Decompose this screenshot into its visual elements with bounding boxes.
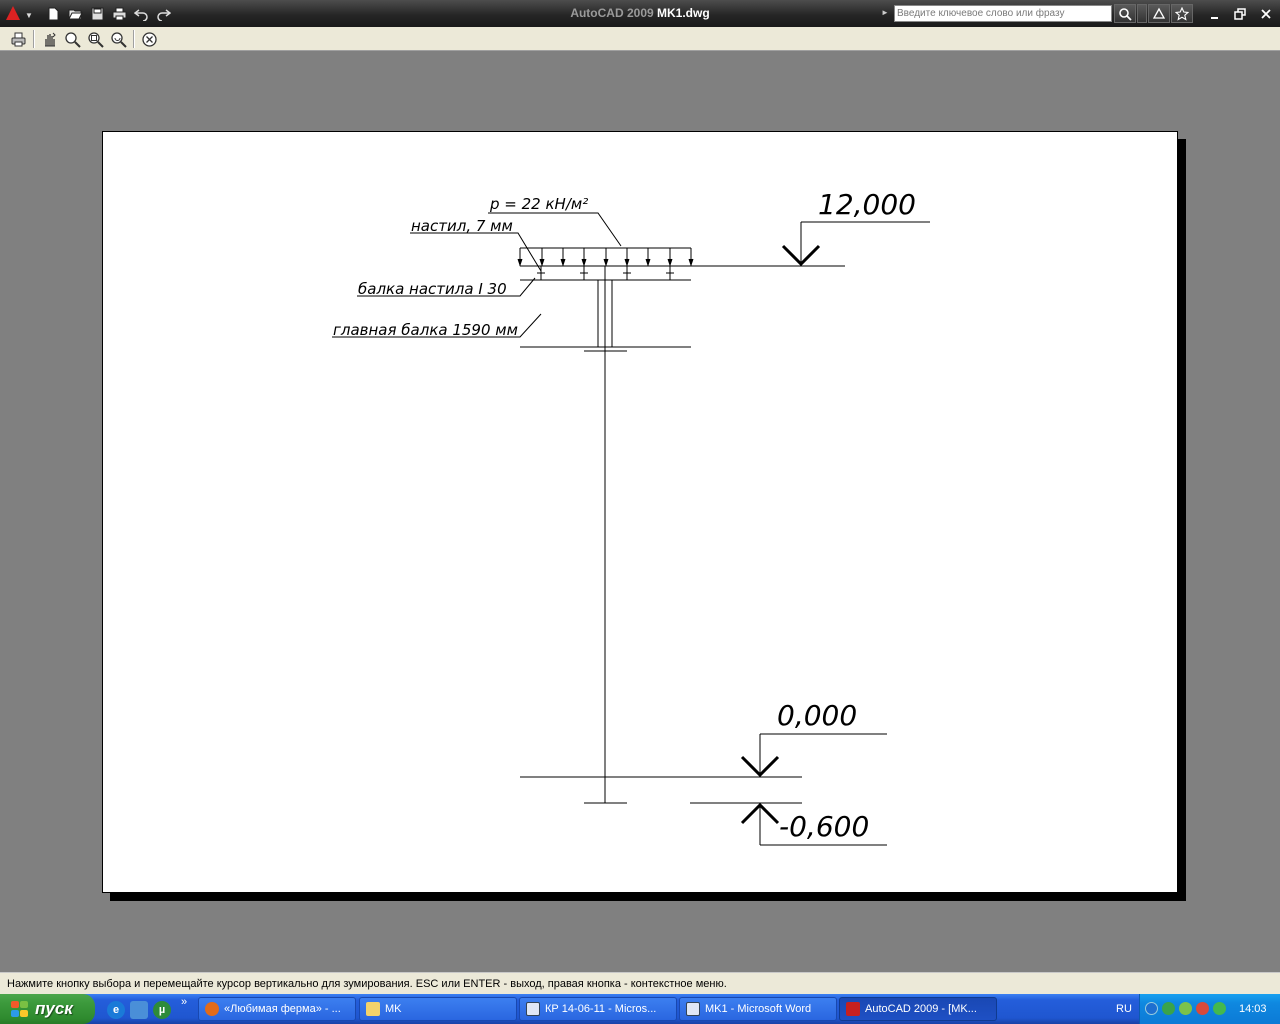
close-preview-button[interactable] xyxy=(139,29,160,49)
word-icon xyxy=(686,1002,700,1016)
window-title-product: AutoCAD 2009 xyxy=(570,6,654,20)
clock: 14:03 xyxy=(1239,1003,1267,1015)
zoom-previous-button[interactable] xyxy=(108,29,129,49)
utorrent-icon[interactable]: µ xyxy=(153,1001,171,1019)
restore-icon xyxy=(1234,7,1246,20)
tray-network-icon[interactable] xyxy=(1196,1002,1209,1015)
paper-sheet xyxy=(102,131,1178,893)
print-button[interactable] xyxy=(110,5,129,22)
open-button[interactable] xyxy=(66,5,85,22)
taskbar-item-word-mk1[interactable]: MK1 - Microsoft Word xyxy=(679,997,837,1021)
pan-button[interactable] xyxy=(39,29,60,49)
open-icon xyxy=(68,9,83,19)
print-icon xyxy=(11,32,26,46)
restore-button[interactable] xyxy=(1230,4,1250,23)
close-preview-icon xyxy=(142,31,157,47)
title-bar: ▼ AutoCAD 2009 MK1.dwg ► xyxy=(0,0,1280,27)
preview-toolbar xyxy=(0,27,1280,51)
star-icon xyxy=(1175,6,1189,21)
chevron-down-icon: ▼ xyxy=(25,11,33,20)
quick-launch-more-icon[interactable]: » xyxy=(181,996,187,1008)
start-button[interactable]: пуск xyxy=(0,994,95,1024)
preview-print-button[interactable] xyxy=(8,29,29,49)
ie-icon[interactable]: e xyxy=(107,1001,125,1019)
firefox-icon xyxy=(205,1002,219,1016)
word-icon xyxy=(526,1002,540,1016)
tray-app-icon[interactable] xyxy=(1179,1002,1192,1015)
tray-status-icon[interactable] xyxy=(1213,1002,1226,1015)
taskbar-item-folder[interactable]: MK xyxy=(359,997,517,1021)
taskbar-item-label: MK xyxy=(385,1003,402,1015)
quick-access-toolbar xyxy=(44,5,173,23)
tray-expand-icon[interactable] xyxy=(1145,1002,1158,1015)
zoom-previous-icon xyxy=(111,31,127,48)
save-icon xyxy=(91,7,104,20)
search-button[interactable] xyxy=(1114,4,1136,23)
command-status-line: Нажмите кнопку выбора и перемещайте курс… xyxy=(0,972,1280,994)
favorites-button[interactable] xyxy=(1171,4,1193,23)
toolbar-separator xyxy=(33,30,35,48)
undo-icon xyxy=(134,8,148,21)
taskbar-item-label: AutoCAD 2009 - [MK... xyxy=(865,1003,977,1015)
taskbar-item-label: MK1 - Microsoft Word xyxy=(705,1003,812,1015)
taskbar-item-firefox[interactable]: «Любимая ферма» - ... xyxy=(198,997,356,1021)
search-expand-icon[interactable]: ► xyxy=(881,8,889,17)
pan-icon xyxy=(45,32,56,46)
tray-antivirus-icon[interactable] xyxy=(1162,1002,1175,1015)
search-icon xyxy=(1119,7,1132,21)
communication-center-icon xyxy=(1152,7,1166,19)
status-message: Нажмите кнопку выбора и перемещайте курс… xyxy=(7,978,727,990)
toolbar-separator xyxy=(133,30,135,48)
save-button[interactable] xyxy=(88,5,107,22)
autocad-logo-icon xyxy=(6,6,20,20)
autocad-icon xyxy=(846,1002,860,1016)
taskbar-item-label: КР 14-06-11 - Micros... xyxy=(545,1003,657,1015)
start-label: пуск xyxy=(35,999,73,1018)
zoom-window-button[interactable] xyxy=(85,29,106,49)
search-dropdown-button[interactable] xyxy=(1137,4,1147,23)
close-icon xyxy=(1261,8,1271,19)
close-button[interactable] xyxy=(1256,4,1276,23)
network-icon[interactable] xyxy=(130,1001,148,1019)
undo-button[interactable] xyxy=(132,5,151,22)
zoom-realtime-button[interactable] xyxy=(62,29,83,49)
windows-logo-icon xyxy=(10,1000,30,1018)
zoom-window-icon xyxy=(88,31,104,48)
search-input[interactable] xyxy=(894,5,1112,22)
application-menu-button[interactable]: ▼ xyxy=(2,3,36,25)
window-title-file: MK1.dwg xyxy=(657,6,710,20)
language-indicator[interactable]: RU xyxy=(1116,1003,1132,1015)
new-button[interactable] xyxy=(44,5,63,22)
taskbar-item-label: «Любимая ферма» - ... xyxy=(224,1003,341,1015)
new-icon xyxy=(48,7,59,20)
zoom-realtime-icon xyxy=(65,31,81,48)
communication-center-button[interactable] xyxy=(1148,4,1170,23)
taskbar-item-word-kr[interactable]: КР 14-06-11 - Micros... xyxy=(519,997,677,1021)
redo-button[interactable] xyxy=(154,5,173,22)
minimize-icon xyxy=(1211,16,1218,19)
taskbar: пуск e µ » «Любимая ферма» - ... MK КР 1… xyxy=(0,994,1280,1024)
redo-icon xyxy=(157,8,171,21)
folder-icon xyxy=(366,1002,380,1016)
taskbar-item-autocad[interactable]: AutoCAD 2009 - [MK... xyxy=(839,997,997,1021)
minimize-button[interactable] xyxy=(1205,4,1225,23)
print-icon xyxy=(112,7,127,20)
